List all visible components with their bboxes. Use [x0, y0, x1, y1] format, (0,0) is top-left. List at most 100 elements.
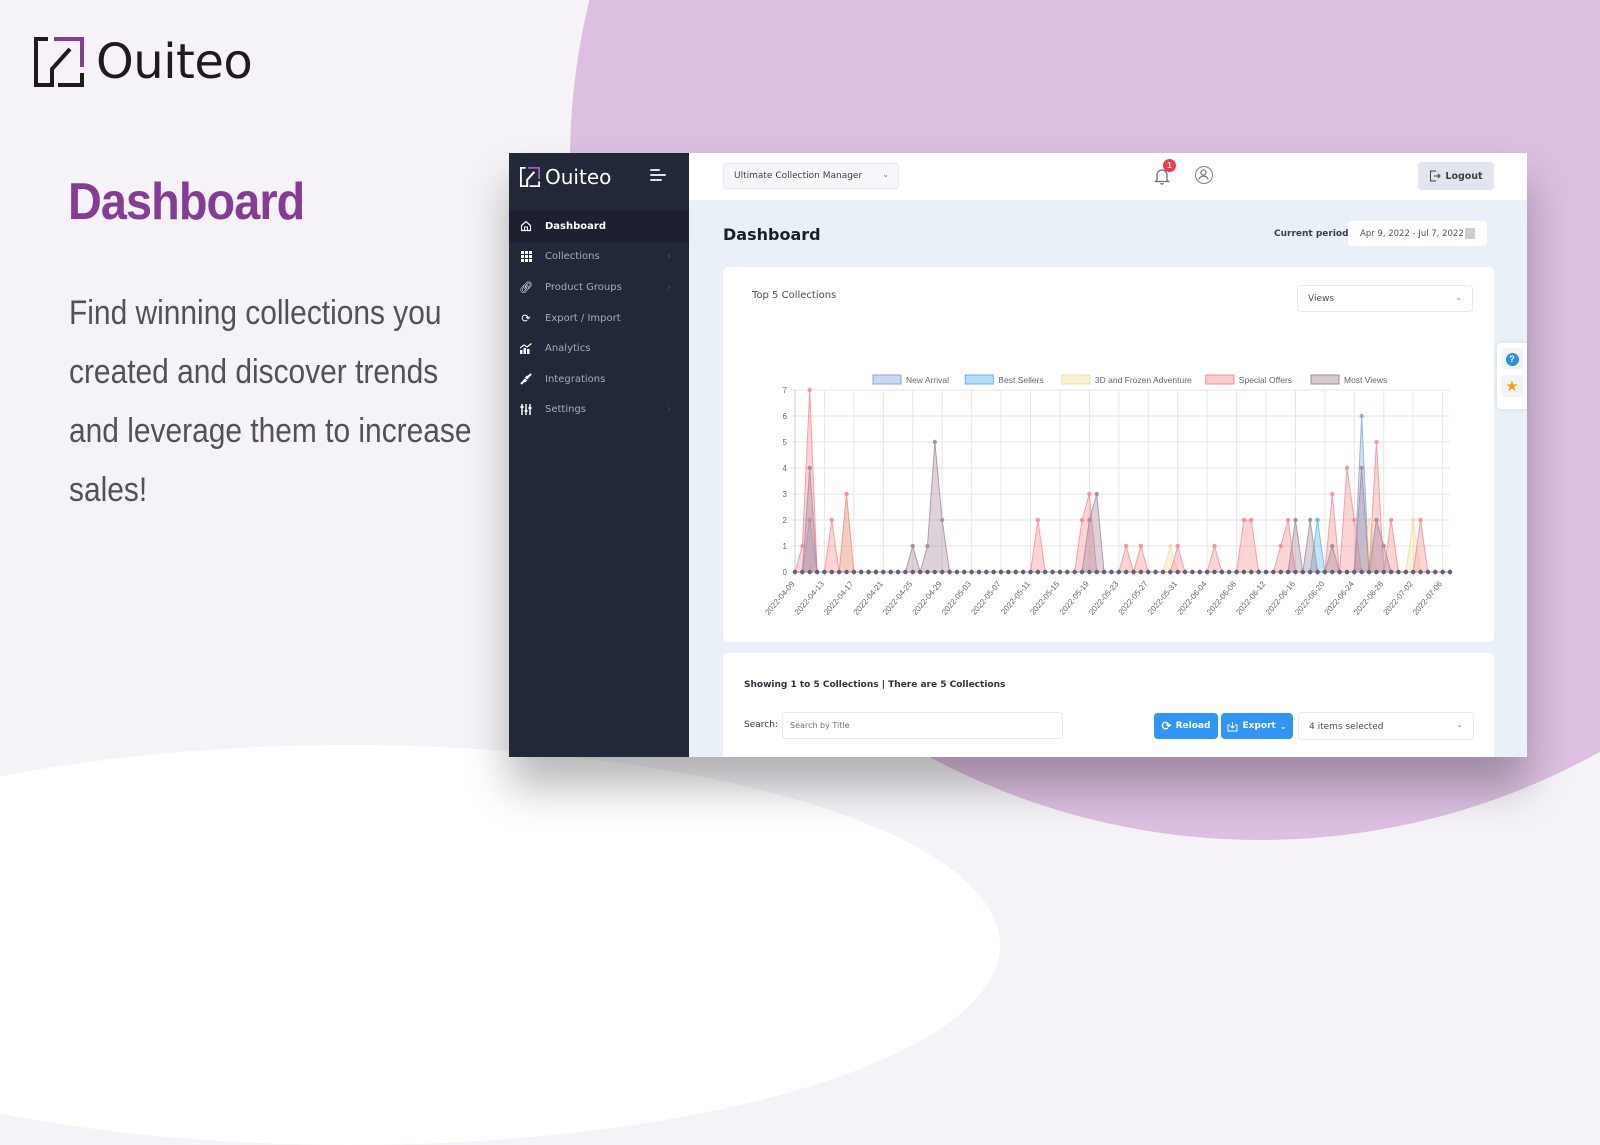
- hero-description: Find winning collections you created and…: [69, 294, 472, 509]
- legend-swatch: [1310, 374, 1340, 385]
- favorite-button[interactable]: ★: [1501, 375, 1523, 397]
- data-point: [1381, 543, 1386, 549]
- export-icon: [1227, 721, 1238, 731]
- baseline-point: [1131, 569, 1136, 575]
- collections-table-card: Showing 1 to 5 Collections | There are 5…: [723, 653, 1494, 757]
- data-point: [1330, 491, 1335, 497]
- baseline-point: [1366, 569, 1372, 575]
- sidebar-item-settings[interactable]: Settings ›: [509, 395, 689, 426]
- store-select-value: Ultimate Collection Manager: [734, 171, 863, 181]
- baseline-point: [939, 569, 945, 575]
- menu-toggle-icon[interactable]: [650, 169, 666, 183]
- baseline-point: [1300, 569, 1306, 575]
- columns-select[interactable]: 4 items selected ⌄: [1298, 712, 1474, 740]
- sidebar-item-product-groups[interactable]: 🔗︎ Product Groups ›: [509, 272, 689, 303]
- data-point: [1359, 413, 1364, 419]
- series-area-special-offers: [794, 389, 1450, 574]
- data-point: [1411, 517, 1416, 523]
- data-point: [932, 439, 938, 445]
- calendar-icon: [1465, 228, 1475, 239]
- baseline-point: [1381, 569, 1386, 575]
- logo-mark-icon: [520, 167, 540, 187]
- sidebar-item-collections[interactable]: Collections ›: [509, 242, 689, 273]
- logout-label: Logout: [1445, 170, 1483, 182]
- data-point: [1123, 543, 1129, 549]
- data-point: [1352, 517, 1357, 523]
- baseline-point: [1433, 569, 1438, 575]
- data-point: [910, 543, 915, 549]
- baseline-point: [917, 569, 923, 575]
- reload-button[interactable]: ⟳ Reload: [1154, 713, 1218, 739]
- data-point: [844, 491, 849, 497]
- legend-swatch: [1205, 374, 1235, 385]
- chart-icon: [520, 343, 532, 355]
- baseline-point: [1425, 569, 1431, 575]
- data-point: [1388, 517, 1394, 523]
- data-point: [1212, 543, 1217, 549]
- baseline-point: [954, 569, 960, 575]
- legend-swatch: [1061, 374, 1091, 385]
- star-icon: ★: [1505, 377, 1519, 395]
- sidebar-logo-text: Ouiteo: [545, 165, 612, 189]
- baseline-point: [991, 569, 996, 575]
- data-point: [1087, 517, 1092, 523]
- grid-icon: [520, 251, 532, 263]
- baseline-point: [1234, 569, 1239, 575]
- data-point: [1374, 439, 1379, 445]
- hero-title: Dashboard: [68, 173, 305, 231]
- help-icon: ?: [1505, 352, 1519, 366]
- chevron-down-icon: ⌄: [1279, 721, 1287, 731]
- top-bar: Ultimate Collection Manager ⌄ 1 Logout: [689, 153, 1527, 200]
- baseline-point: [866, 569, 871, 575]
- baseline-point: [1079, 569, 1085, 575]
- baseline-point: [1278, 569, 1283, 575]
- baseline-point: [976, 569, 982, 575]
- data-point: [1249, 517, 1254, 523]
- baseline-point: [1403, 569, 1409, 575]
- data-point: [1344, 465, 1350, 471]
- baseline-point: [895, 569, 901, 575]
- user-avatar-icon[interactable]: [1195, 166, 1213, 184]
- baseline-point: [1271, 569, 1276, 575]
- data-point: [807, 465, 812, 471]
- baseline-point: [1249, 569, 1254, 575]
- help-button[interactable]: ?: [1501, 348, 1523, 370]
- sidebar-item-analytics[interactable]: Analytics: [509, 333, 689, 364]
- baseline-point: [859, 569, 864, 575]
- chevron-right-icon: ›: [667, 251, 671, 263]
- baseline-point: [1197, 569, 1202, 575]
- baseline-point: [910, 569, 915, 575]
- baseline-point: [1418, 569, 1423, 575]
- legend-label: 3D and Frozen Adventure: [1095, 375, 1192, 385]
- store-select[interactable]: Ultimate Collection Manager ⌄: [723, 163, 899, 189]
- sync-icon: ⟳: [521, 311, 531, 325]
- x-tick-label: 2022-07-06: [1411, 579, 1445, 617]
- search-label: Search:: [744, 720, 778, 730]
- sidebar-item-integrations[interactable]: Integrations: [509, 364, 689, 395]
- logout-icon: [1430, 170, 1442, 182]
- logout-button[interactable]: Logout: [1418, 162, 1494, 190]
- baseline-point: [807, 569, 812, 575]
- data-point: [807, 387, 812, 393]
- date-range-picker[interactable]: Apr 9, 2022 - Jul 7, 2022: [1348, 221, 1487, 246]
- app-window: Ouiteo Dashboard Collections › 🔗︎ Produc…: [509, 153, 1527, 757]
- sidebar-logo[interactable]: Ouiteo: [520, 165, 611, 189]
- export-button[interactable]: Export ⌄: [1221, 713, 1293, 739]
- baseline-point: [800, 569, 805, 575]
- sliders-icon: [520, 404, 532, 416]
- sidebar-item-label: Dashboard: [545, 220, 606, 232]
- baseline-point: [925, 569, 930, 575]
- data-point: [1307, 517, 1313, 523]
- baseline-point: [1101, 569, 1107, 575]
- sidebar-item-export-import[interactable]: ⟳ Export / Import: [509, 303, 689, 334]
- page-title: Dashboard: [723, 225, 821, 244]
- export-label: Export: [1242, 721, 1276, 731]
- baseline-point: [822, 569, 827, 575]
- sidebar-item-label: Analytics: [545, 343, 591, 355]
- baseline-point: [851, 569, 857, 575]
- period-label: Current period:: [1274, 229, 1353, 239]
- sidebar-item-dashboard[interactable]: Dashboard: [509, 211, 689, 242]
- baseline-point: [814, 569, 820, 575]
- baseline-point: [1374, 569, 1379, 575]
- search-input[interactable]: [782, 712, 1063, 739]
